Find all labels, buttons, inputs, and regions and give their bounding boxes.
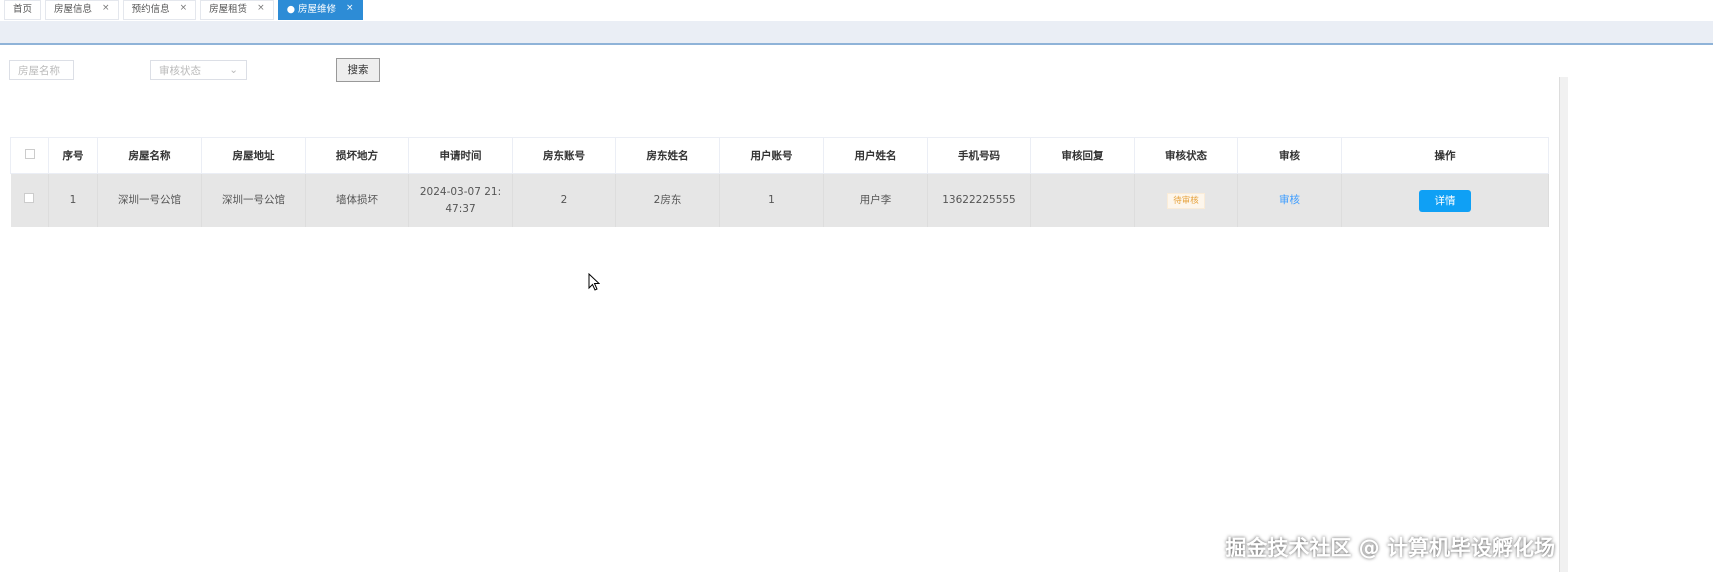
tab-label: 首页: [13, 4, 33, 15]
tab-house-info[interactable]: 房屋信息 ×: [45, 0, 119, 20]
column-header: 损坏地方: [305, 137, 409, 174]
column-header: 审核状态: [1134, 137, 1238, 174]
tab-booking-info[interactable]: 预约信息 ×: [122, 0, 197, 20]
column-header: 审核回复: [1030, 137, 1135, 174]
watermark: 掘金技术社区 @ 计算机毕设孵化场: [1225, 536, 1555, 560]
cell-damage: 墙体损坏: [305, 173, 409, 227]
column-header: 手机号码: [927, 137, 1031, 174]
cell-house-address: 深圳一号公馆: [201, 173, 306, 227]
column-header: 序号: [48, 137, 98, 174]
close-icon[interactable]: ×: [180, 0, 188, 17]
chevron-down-icon: ⌄: [229, 64, 238, 76]
table-header: 序号 房屋名称 房屋地址 损坏地方 申请时间 房东账号 房东姓名 用户账号 用户…: [10, 137, 1549, 174]
tab-house-repair[interactable]: ● 房屋维修 ×: [277, 0, 363, 20]
close-icon[interactable]: ×: [257, 0, 265, 17]
tab-label: ● 房屋维修: [286, 4, 337, 15]
column-header: 房屋地址: [201, 137, 306, 174]
mouse-cursor-icon: [588, 273, 600, 291]
close-icon[interactable]: ×: [102, 0, 110, 17]
column-header: 房屋名称: [97, 137, 202, 174]
house-name-input[interactable]: 房屋名称: [9, 60, 74, 80]
header-band: [0, 21, 1713, 45]
column-header: 审核: [1237, 137, 1342, 174]
detail-button[interactable]: 详情: [1419, 189, 1471, 212]
row-checkbox[interactable]: [10, 173, 49, 227]
scrollbar[interactable]: [1559, 77, 1568, 572]
table-row: 1 深圳一号公馆 深圳一号公馆 墙体损坏 2024-03-07 21:47:37…: [10, 173, 1549, 227]
cell-reply: [1030, 173, 1135, 227]
cell-landlord-account: 2: [512, 173, 616, 227]
tab-label: 房屋信息: [54, 4, 93, 15]
column-header: 用户姓名: [823, 137, 928, 174]
column-header: 房东姓名: [615, 137, 720, 174]
status-select[interactable]: 审核状态 ⌄: [150, 60, 247, 80]
close-icon[interactable]: ×: [346, 0, 354, 17]
select-all-checkbox[interactable]: [10, 137, 49, 174]
column-header: 房东账号: [512, 137, 616, 174]
column-header: 操作: [1341, 137, 1549, 174]
cell-status: 待审核: [1134, 173, 1238, 227]
cell-index: 1: [48, 173, 98, 227]
tab-home[interactable]: 首页: [4, 0, 42, 20]
tab-house-rental[interactable]: 房屋租赁 ×: [200, 0, 274, 20]
status-badge: 待审核: [1167, 192, 1205, 209]
column-header: 用户账号: [719, 137, 824, 174]
repair-table: 序号 房屋名称 房屋地址 损坏地方 申请时间 房东账号 房东姓名 用户账号 用户…: [10, 137, 1549, 227]
cell-house-name: 深圳一号公馆: [97, 173, 202, 227]
cell-landlord-name: 2房东: [615, 173, 720, 227]
tab-label: 预约信息: [131, 4, 170, 15]
review-link[interactable]: 审核: [1279, 194, 1300, 206]
cell-user-name: 用户李: [823, 173, 928, 227]
search-button[interactable]: 搜索: [336, 58, 380, 82]
cell-time: 2024-03-07 21:47:37: [408, 173, 513, 227]
status-placeholder: 审核状态: [159, 65, 201, 77]
cell-user-account: 1: [719, 173, 824, 227]
cell-phone: 13622225555: [927, 173, 1031, 227]
tab-bar: 首页 房屋信息 × 预约信息 × 房屋租赁 × ● 房屋维修 ×: [0, 0, 363, 20]
column-header: 申请时间: [408, 137, 513, 174]
tab-label: 房屋租赁: [209, 4, 248, 15]
